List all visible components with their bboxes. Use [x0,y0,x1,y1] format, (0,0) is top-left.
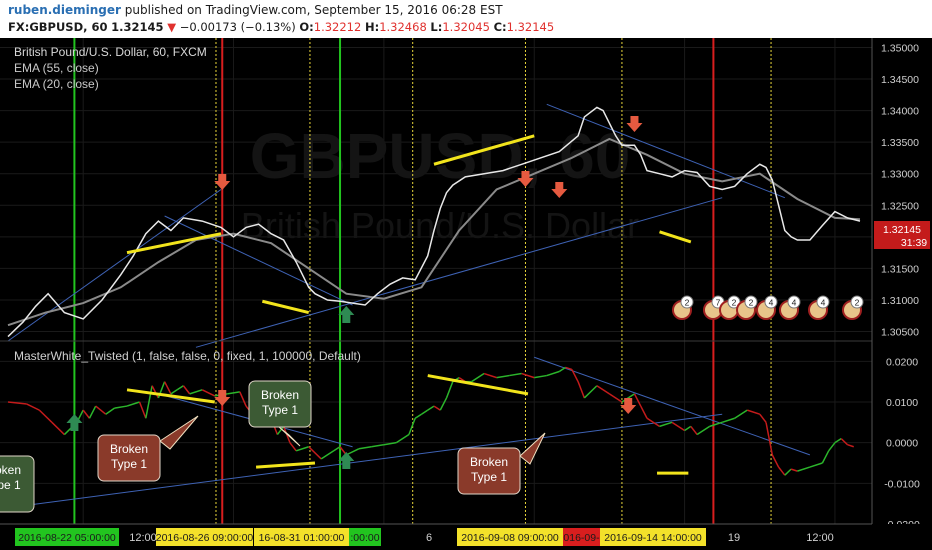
callout-text: Broken [470,455,508,469]
legend-oscillator[interactable]: MasterWhite_Twisted (1, false, false, 0,… [14,349,361,363]
event-count: 4 [769,298,774,308]
event-count: 2 [732,298,737,308]
callout-text: Broken [110,442,148,456]
legend-ema55[interactable]: EMA (55, close) [14,61,99,75]
current-price-label: 1.32145 31:39 [874,221,930,249]
time-highlight-label: 2016-09-14 14:00:00 [604,532,702,544]
event-count: 2 [749,298,754,308]
price-tick-label: 1.34000 [881,106,919,118]
low-value: 1.32045 [442,20,490,34]
last-price: 1.32145 [111,20,164,34]
time-highlight: :00:00 [349,528,381,546]
low-label: L: [430,20,443,34]
time-highlight-label: 016-09- [563,532,600,544]
price-tick-label: 1.32500 [881,200,919,212]
watermark-symbol: GBPUSD, 60 [250,120,631,192]
high-label: H: [364,20,380,34]
candle-countdown: 31:39 [901,237,927,249]
legend-ema20[interactable]: EMA (20, close) [14,77,99,91]
price-tick-label: 1.33000 [881,169,919,181]
event-count: 4 [792,298,797,308]
open-value: 1.32212 [313,20,362,34]
publish-header: ruben.dieminger published on TradingView… [0,0,932,38]
price-tick-label: 1.33500 [881,137,919,149]
high-value: 1.32468 [379,20,427,34]
change-value: −0.00173 (−0.13%) [179,20,296,34]
ohlc-line: FX:GBPUSD, 60 1.32145 ▼ −0.00173 (−0.13%… [8,20,554,34]
author-link[interactable]: ruben.dieminger [8,3,121,17]
price-tick-label: 1.31000 [881,295,919,307]
chart-canvas[interactable]: GBPUSD, 60 British Pound/U.S. Dollar rok… [0,38,932,550]
time-highlight: 2016-09-08 09:00:00 [457,528,563,546]
price-tick-label: 1.31500 [881,263,919,275]
price-axis[interactable]: 1.35000 1.34500 1.34000 1.33500 1.33000 1.325… [871,38,932,550]
time-highlight-label: 16-08-31 01:00:00 [259,532,345,544]
published-text: published on TradingView.com, September … [124,3,503,17]
broken-type-callout: rokenype 1 [0,455,35,513]
callout-text: Type 1 [471,470,507,484]
callout-text: ype 1 [0,478,21,492]
open-label: O: [299,20,314,34]
time-tick-label: 19 [728,532,740,544]
event-count: 4 [821,298,826,308]
time-highlight-label: 2016-08-26 09:00:00 [156,532,254,544]
close-value: 1.32145 [506,20,555,34]
legend-title: British Pound/U.S. Dollar, 60, FXCM [14,45,207,59]
time-highlight-label: 2016-08-22 05:00:00 [18,532,116,544]
price-tick-label: 1.30500 [881,327,919,339]
change-arrow-icon: ▼ [167,20,177,34]
time-highlight: 16-08-31 01:00:00 [254,528,349,546]
time-highlight-label: :00:00 [350,532,379,544]
time-highlight: 2016-08-26 09:00:00 [156,528,254,546]
time-highlight: 2016-08-22 05:00:00 [15,528,119,546]
current-price-value: 1.32145 [883,224,921,236]
time-tick-label: 6 [426,532,432,544]
osc-tick-label: 0.0200 [886,356,918,368]
time-highlight: 2016-09-14 14:00:00 [600,528,706,546]
callout-text: Type 1 [262,403,298,417]
osc-tick-label: 0.0100 [886,397,918,409]
price-tick-label: 1.35000 [881,42,919,54]
symbol-label: FX:GBPUSD, 60 [8,20,108,34]
event-count: 2 [855,298,860,308]
event-count: 2 [685,298,690,308]
callout-text: roken [0,463,21,477]
time-highlight: 016-09- [563,528,600,546]
publish-line: ruben.dieminger published on TradingView… [8,3,503,17]
time-tick-label: 12:00 [129,532,157,544]
osc-tick-label: -0.0100 [884,478,920,490]
time-highlight-label: 2016-09-08 09:00:00 [461,532,559,544]
callout-text: Broken [261,388,299,402]
callout-text: Type 1 [111,457,147,471]
close-label: C: [493,20,507,34]
time-tick-label: 12:00 [806,532,834,544]
osc-tick-label: 0.0000 [886,438,918,450]
price-tick-label: 1.34500 [881,74,919,86]
